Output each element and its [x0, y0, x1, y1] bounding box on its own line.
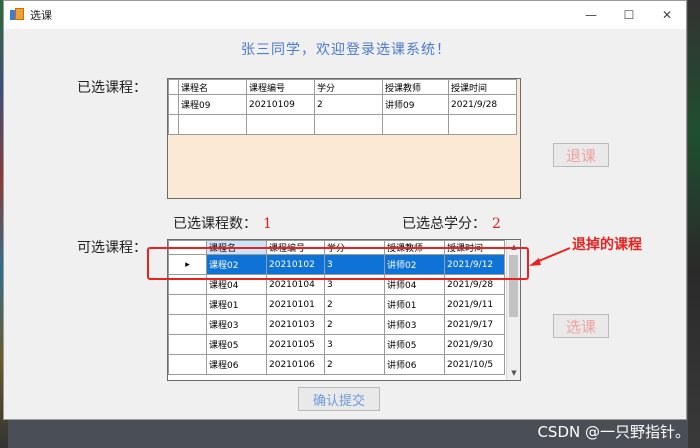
cell-course-code[interactable]: 20210103	[266, 314, 325, 335]
cell-course-code[interactable]: 20210101	[266, 294, 325, 315]
cell-course-code[interactable]	[246, 114, 315, 135]
maximize-button[interactable]: ☐	[610, 1, 648, 29]
row-header[interactable]	[168, 334, 207, 355]
selected-count: 已选课程数： 1	[173, 213, 272, 233]
watermark: CSDN @一只野指针。	[537, 423, 690, 441]
close-button[interactable]: ✕	[648, 1, 686, 29]
cell-teacher[interactable]: 讲师01	[384, 294, 445, 315]
cell-credits[interactable]: 2	[324, 354, 385, 375]
table-row-new[interactable]	[168, 114, 517, 135]
desktop-background-right	[688, 0, 700, 448]
table-row[interactable]: 课程06 20210106 2 讲师06 2021/10/5	[168, 354, 505, 375]
cell-course-code[interactable]: 20210106	[266, 354, 325, 375]
cell-teacher[interactable]: 讲师09	[382, 94, 449, 115]
minimize-button[interactable]: —	[572, 1, 610, 29]
available-courses-label: 可选课程：	[77, 240, 147, 256]
cell-credits[interactable]	[314, 114, 383, 135]
annotation-text: 退掉的课程	[572, 237, 642, 253]
drop-course-button[interactable]: 退课	[553, 143, 609, 167]
row-header[interactable]	[168, 94, 179, 115]
selected-count-label: 已选课程数：	[173, 216, 257, 232]
cell-course-name[interactable]: 课程05	[206, 334, 267, 355]
cell-credits[interactable]: 2	[324, 314, 385, 335]
cell-teacher[interactable]: 讲师03	[384, 314, 445, 335]
confirm-submit-button[interactable]: 确认提交	[298, 387, 380, 411]
cell-teacher[interactable]	[382, 114, 449, 135]
total-credits: 已选总学分： 2	[402, 213, 501, 233]
selected-courses-label: 已选课程：	[77, 80, 147, 96]
cell-course-name[interactable]: 课程03	[206, 314, 267, 335]
cell-time[interactable]: 2021/9/11	[444, 294, 505, 315]
cell-credits[interactable]: 2	[314, 94, 383, 115]
cell-credits[interactable]: 3	[324, 334, 385, 355]
window-controls: — ☐ ✕	[572, 1, 686, 29]
column-header[interactable]: 课程名	[178, 79, 247, 95]
selected-count-value: 1	[263, 216, 272, 232]
table-row[interactable]: 课程01 20210101 2 讲师01 2021/9/11	[168, 294, 505, 315]
scroll-down-arrow-icon[interactable]: ▼	[507, 366, 520, 380]
cell-time[interactable]: 2021/10/5	[444, 354, 505, 375]
column-header[interactable]: 课程编号	[246, 79, 315, 95]
table-row[interactable]: 课程09 20210109 2 讲师09 2021/9/28	[168, 94, 517, 115]
window-title: 选课	[30, 9, 52, 22]
cell-time[interactable]: 2021/9/28	[448, 94, 517, 115]
cell-time[interactable]: 2021/9/17	[444, 314, 505, 335]
row-header[interactable]	[168, 354, 207, 375]
cell-teacher[interactable]: 讲师06	[384, 354, 445, 375]
total-credits-label: 已选总学分：	[402, 216, 486, 232]
cell-teacher[interactable]: 讲师05	[384, 334, 445, 355]
table-row[interactable]: 课程05 20210105 3 讲师05 2021/9/30	[168, 334, 505, 355]
title-bar[interactable]: 选课 — ☐ ✕	[4, 1, 686, 29]
cell-course-name[interactable]: 课程01	[206, 294, 267, 315]
column-header[interactable]: 学分	[314, 79, 383, 95]
table-row[interactable]: 课程03 20210103 2 讲师03 2021/9/17	[168, 314, 505, 335]
cell-course-name[interactable]: 课程06	[206, 354, 267, 375]
selected-courses-table: 课程名 课程编号 学分 授课教师 授课时间 课程09 20210109 2 讲师…	[168, 79, 517, 135]
row-header-corner	[168, 79, 179, 95]
cell-time[interactable]	[448, 114, 517, 135]
cell-course-name[interactable]	[178, 114, 247, 135]
cell-course-name[interactable]: 课程09	[178, 94, 247, 115]
cell-time[interactable]: 2021/9/30	[444, 334, 505, 355]
app-icon	[10, 8, 24, 22]
selected-courses-grid[interactable]: 课程名 课程编号 学分 授课教师 授课时间 课程09 20210109 2 讲师…	[167, 78, 521, 199]
column-header[interactable]: 授课时间	[448, 79, 517, 95]
selected-header-row: 课程名 课程编号 学分 授课教师 授课时间	[168, 79, 517, 95]
row-header[interactable]	[168, 294, 207, 315]
row-header[interactable]	[168, 114, 179, 135]
annotation-highlight-box	[147, 247, 529, 280]
total-credits-value: 2	[492, 216, 501, 232]
select-course-button[interactable]: 选课	[553, 314, 609, 338]
annotation-arrow-icon	[529, 247, 571, 266]
cell-credits[interactable]: 2	[324, 294, 385, 315]
welcome-message: 张三同学，欢迎登录选课系统！	[241, 42, 451, 58]
course-selection-window: 选课 — ☐ ✕ 张三同学，欢迎登录选课系统！ 已选课程： 课程名 课程编号 学…	[3, 0, 687, 420]
cell-course-code[interactable]: 20210105	[266, 334, 325, 355]
cell-course-code[interactable]: 20210109	[246, 94, 315, 115]
row-header[interactable]	[168, 314, 207, 335]
column-header[interactable]: 授课教师	[382, 79, 449, 95]
